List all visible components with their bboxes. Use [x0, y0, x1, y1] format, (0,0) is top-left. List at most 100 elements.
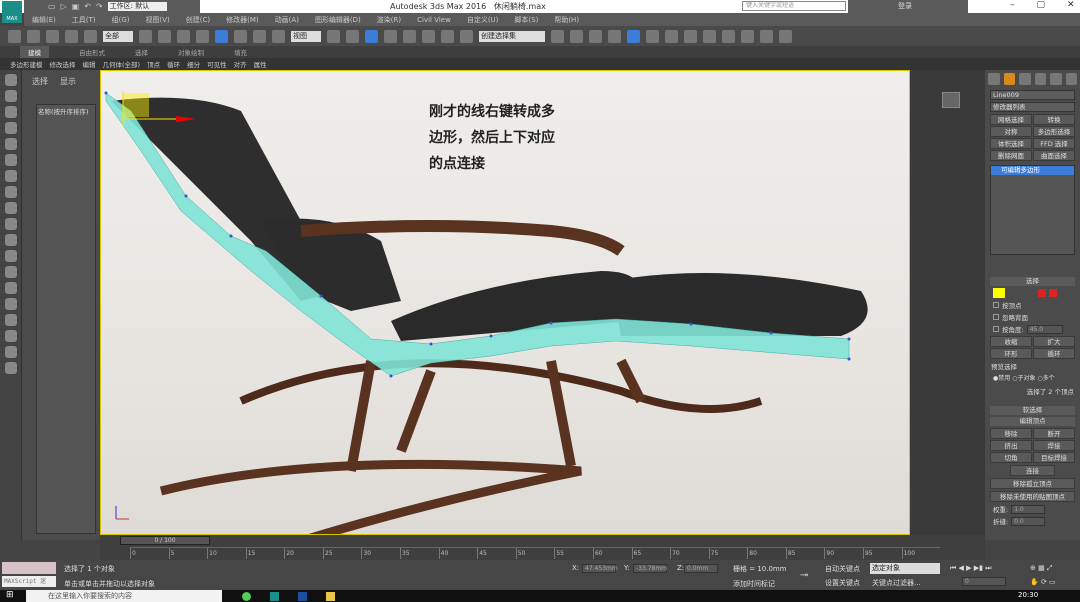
selection-filter-dropdown[interactable]: 全部 — [103, 30, 133, 42]
keyboard-shortcut-icon[interactable] — [365, 29, 378, 43]
symmetry-button[interactable]: 对称 — [990, 126, 1032, 137]
render-iterative-icon[interactable] — [760, 29, 773, 43]
bone-icon[interactable] — [4, 250, 17, 262]
close-icon[interactable]: ✕ — [1067, 0, 1075, 10]
ribbon-modify-selection[interactable]: 修改选择 — [50, 59, 76, 69]
motion-tab-icon[interactable] — [1034, 73, 1046, 85]
reference-coord-dropdown[interactable]: 视图 — [291, 30, 321, 42]
helper-icon[interactable] — [4, 170, 17, 182]
menu-graph-editors[interactable]: 图形编辑器(D) — [315, 15, 361, 25]
menu-civil-view[interactable]: Civil View — [417, 16, 451, 24]
tab-freeform[interactable]: 自由形式 — [79, 47, 105, 57]
time-slider[interactable]: 0 / 100 — [120, 536, 210, 545]
curve-editor-icon[interactable] — [646, 29, 659, 43]
a360-icon[interactable] — [779, 29, 792, 43]
ribbon-vertices[interactable]: 顶点 — [147, 59, 160, 69]
scale-icon[interactable] — [253, 29, 266, 43]
by-vertex-checkbox[interactable] — [993, 302, 999, 308]
maximize-icon[interactable]: ▢ — [1037, 0, 1046, 10]
search-input[interactable]: 键入关键字或短语 — [742, 1, 846, 11]
tab-populate[interactable]: 填充 — [234, 47, 247, 57]
ring-button[interactable]: 环形 — [990, 348, 1032, 359]
workspace-dropdown[interactable]: 工作区: 默认 — [107, 2, 168, 11]
menu-create[interactable]: 创建(C) — [186, 15, 210, 25]
undo-icon[interactable] — [8, 29, 21, 43]
track-bar[interactable]: 0 5 10 15 20 25 30 35 40 45 50 55 60 65 70 75 80 85 90 95 10… — [130, 547, 940, 559]
rotate-icon[interactable] — [234, 29, 247, 43]
material-editor-icon[interactable] — [684, 29, 697, 43]
app-logo[interactable]: MAX — [2, 1, 22, 23]
pan-orbit-icons[interactable]: ✋ ⟳ ▭ — [1030, 578, 1056, 586]
object-list[interactable]: 名称(按升序排序) — [36, 104, 96, 534]
surface-select-button[interactable]: 曲面选择 — [1033, 150, 1075, 161]
sun-icon[interactable] — [4, 266, 17, 278]
undo-icon[interactable]: ↶ — [84, 2, 91, 11]
remove-unused-button[interactable]: 移除未使用的贴图顶点 — [990, 491, 1075, 502]
key-filters-button[interactable]: 关键点过滤器... — [872, 578, 921, 588]
ribbon-toggle-icon[interactable] — [627, 29, 640, 43]
select-by-name-icon[interactable] — [158, 29, 171, 43]
globe-icon[interactable] — [4, 330, 17, 342]
scene-explorer-icon[interactable] — [589, 29, 602, 43]
percent-snap-icon[interactable] — [422, 29, 435, 43]
column-name-header[interactable]: 名称(按升序排序) — [38, 108, 89, 116]
render-setup-icon[interactable] — [703, 29, 716, 43]
menu-help[interactable]: 帮助(H) — [554, 15, 579, 25]
taskbar-search[interactable]: 在这里输入你要搜索的内容 — [26, 590, 222, 602]
list-icon[interactable] — [4, 106, 17, 118]
edit-vertices-rollout[interactable]: 编辑顶点 — [990, 417, 1075, 426]
light-icon[interactable] — [4, 138, 17, 150]
align-icon[interactable] — [570, 29, 583, 43]
extrude-button[interactable]: 挤出 — [990, 440, 1032, 451]
camera-icon[interactable] — [4, 154, 17, 166]
add-time-tag[interactable]: 添加时间标记 — [733, 579, 775, 589]
ignore-backfacing-checkbox[interactable] — [993, 314, 999, 320]
display-tab-icon[interactable] — [1050, 73, 1062, 85]
menu-customize[interactable]: 自定义(U) — [467, 15, 499, 25]
render-icon[interactable] — [741, 29, 754, 43]
tab-display[interactable]: 显示 — [60, 76, 76, 87]
connect-button[interactable]: 连接 — [1010, 465, 1055, 476]
unlink-icon[interactable] — [65, 29, 78, 43]
snap-icon[interactable] — [384, 29, 397, 43]
vertex-icon[interactable] — [993, 288, 1005, 298]
layer-icon[interactable] — [608, 29, 621, 43]
perspective-viewport[interactable]: 刚才的线右键转成多 边形，然后上下对应 的点连接 — [100, 70, 910, 535]
menu-animation[interactable]: 动画(A) — [275, 15, 299, 25]
maxscript-listener[interactable] — [2, 562, 56, 574]
object-name-field[interactable]: Line009 — [990, 90, 1075, 100]
angle-snap-icon[interactable] — [403, 29, 416, 43]
volume-select-button[interactable]: 体积选择 — [990, 138, 1032, 149]
redo-icon[interactable] — [27, 29, 40, 43]
loop-button[interactable]: 循环 — [1033, 348, 1075, 359]
layers-icon[interactable] — [4, 122, 17, 134]
schematic-view-icon[interactable] — [665, 29, 678, 43]
select-object-icon[interactable] — [139, 29, 152, 43]
mesh-select-button[interactable]: 网格选择 — [990, 114, 1032, 125]
menu-scripting[interactable]: 脚本(S) — [514, 15, 538, 25]
create-tab-icon[interactable] — [988, 73, 1000, 85]
ffd-select-button[interactable]: FFD 选择 — [1033, 138, 1075, 149]
bind-spacewarp-icon[interactable] — [84, 29, 97, 43]
pivot-icon[interactable] — [327, 29, 340, 43]
shape-icon[interactable] — [4, 202, 17, 214]
container-icon[interactable] — [4, 362, 17, 374]
viewport-nav-icons[interactable]: ⊕ ▦ ⤢ — [1030, 564, 1053, 573]
weight-spinner[interactable]: 1.0 — [1011, 504, 1046, 514]
tree-icon[interactable] — [4, 346, 17, 358]
open-icon[interactable]: ▷ — [61, 2, 67, 11]
menu-group[interactable]: 组(G) — [112, 15, 130, 25]
menu-tools[interactable]: 工具(T) — [72, 15, 96, 25]
y-coordinate[interactable]: -33.78mm — [633, 564, 667, 573]
ribbon-geometry[interactable]: 几何体(全部) — [103, 59, 141, 69]
current-frame-field[interactable]: 0 — [962, 577, 1006, 586]
save-icon[interactable]: ▣ — [72, 2, 80, 11]
stack-item-editable-poly[interactable]: 可编辑多边形 — [991, 166, 1074, 175]
set-key-button[interactable]: 设置关键点 — [825, 578, 860, 588]
edit-named-selection-icon[interactable] — [460, 29, 473, 43]
tab-object-paint[interactable]: 对象绘制 — [178, 47, 204, 57]
filter-icon[interactable] — [4, 314, 17, 326]
chamfer-button[interactable]: 切角 — [990, 452, 1032, 463]
tab-selection[interactable]: 选择 — [135, 47, 148, 57]
ribbon-visibility[interactable]: 可见性 — [207, 59, 227, 69]
